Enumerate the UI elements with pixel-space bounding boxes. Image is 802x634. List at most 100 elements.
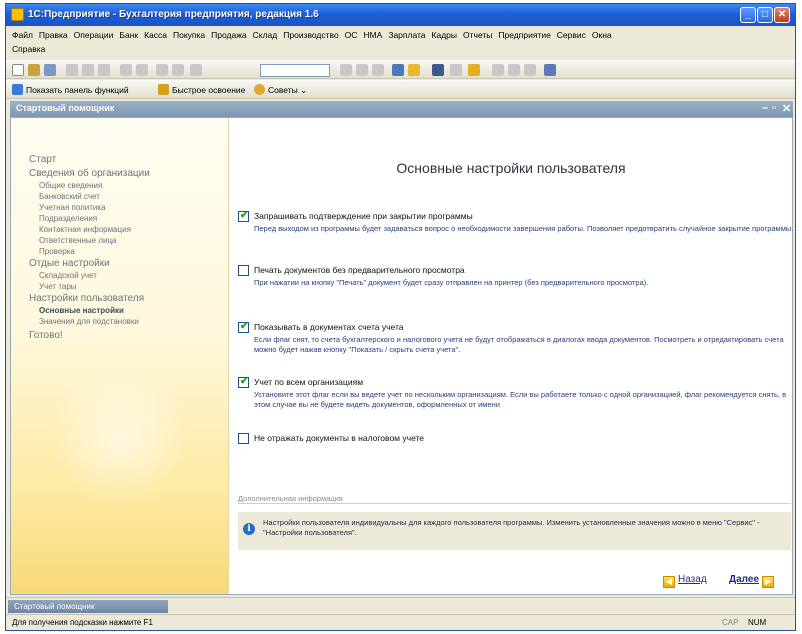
arrow-left-icon: ◀	[663, 576, 675, 588]
save-icon[interactable]	[44, 64, 56, 76]
option-label[interactable]: Показывать в документах счета учета	[254, 322, 404, 332]
calendar-icon[interactable]	[450, 64, 462, 76]
option-description: Если флаг снят, то счета бухгалтерского …	[254, 335, 784, 354]
menu-item-a13[interactable]: Отчеты	[463, 30, 492, 40]
open-icon[interactable]	[28, 64, 40, 76]
nav-item[interactable]: Проверка	[39, 247, 75, 256]
option-label[interactable]: Запрашивать подтверждение при закрытии п…	[254, 211, 473, 221]
nav-item[interactable]: Основные настройки	[39, 306, 124, 315]
info-text: Настройки пользователя индивидуальны для…	[263, 518, 760, 537]
option-label[interactable]: Не отражать документы в налоговом учете	[254, 433, 424, 443]
nav-item[interactable]: Учет тары	[39, 282, 77, 291]
start-assistant-panel: Старт Сведения об организации Общие сведен…	[10, 117, 793, 595]
functions-panel-button[interactable]: Показать панель функций	[12, 84, 129, 95]
menu-item-a2[interactable]: Операции	[74, 30, 114, 40]
functions-toolbar: Показать панель функций Быстрое освоение…	[6, 80, 795, 99]
undo-icon[interactable]	[156, 64, 168, 76]
copy-icon[interactable]	[82, 64, 94, 76]
taskbar-tab-start-assistant[interactable]: Стартовый помощник	[8, 600, 168, 613]
nav-item[interactable]: Общие сведения	[39, 181, 102, 190]
calculator-icon[interactable]	[432, 64, 444, 76]
option-checkbox[interactable]: ✔	[238, 321, 249, 333]
menu-bar: Файл Правка Операции Банк Касса Покупка Продаж…	[6, 26, 795, 60]
option-checkbox[interactable]: ✔	[238, 210, 249, 222]
preview-icon[interactable]	[136, 64, 148, 76]
menu-item-a14[interactable]: Предприятие	[498, 30, 550, 40]
menu-item-a9[interactable]: ОС	[345, 30, 358, 40]
panel-title: Стартовый помощник	[16, 103, 115, 113]
menu-item-a8[interactable]: Производство	[283, 30, 338, 40]
print-icon[interactable]	[120, 64, 132, 76]
nav-item[interactable]: Настройки пользователя	[29, 293, 144, 304]
nav-item[interactable]: Значения для подстановки	[39, 317, 139, 326]
help-icon[interactable]	[544, 64, 556, 76]
find-icon[interactable]	[190, 64, 202, 76]
nav-item[interactable]: Ответственные лица	[39, 236, 117, 245]
nav-item[interactable]: Отдые настройки	[29, 258, 110, 269]
page-title: Основные настройки пользователя	[396, 160, 626, 176]
panel-header: Стартовый помощник – ▫ ✕	[10, 101, 793, 117]
nav-item[interactable]: Готово!	[29, 330, 63, 341]
option-label[interactable]: Учет по всем организациям	[254, 377, 363, 387]
divider	[238, 503, 791, 504]
nav-item[interactable]: Старт	[29, 154, 56, 165]
standard-toolbar	[6, 60, 795, 79]
mem-minus-icon[interactable]	[508, 64, 520, 76]
option-checkbox[interactable]: ✔	[238, 376, 249, 388]
cut-icon[interactable]	[66, 64, 78, 76]
status-bar: Для получения подсказки нажмите F1 CAP N…	[6, 614, 795, 630]
minimize-button[interactable]: _	[740, 7, 756, 23]
menu-item-a5[interactable]: Покупка	[173, 30, 205, 40]
main-content: Основные настройки пользователя ✔ Запраши…	[230, 118, 793, 594]
menu-item-a12[interactable]: Кадры	[432, 30, 457, 40]
mem-plus-icon[interactable]	[492, 64, 504, 76]
nav-item[interactable]: Учетная политика	[39, 203, 106, 212]
book-icon	[158, 84, 169, 95]
menu-item-b0[interactable]: Справка	[12, 44, 45, 54]
menu-row-2: Справка	[12, 44, 51, 54]
search-input[interactable]	[260, 64, 330, 77]
check-mark-icon: ✔	[240, 321, 249, 332]
mem-clear-icon[interactable]	[524, 64, 536, 76]
nav-item[interactable]: Складской учет	[39, 271, 97, 280]
folder-icon[interactable]	[408, 64, 420, 76]
panel-minimize-button[interactable]: –	[762, 102, 768, 114]
next-button[interactable]: Далее ▶	[729, 574, 777, 588]
panel-close-button[interactable]: ✕	[782, 102, 791, 115]
search-down-icon[interactable]	[340, 64, 352, 76]
menu-item-a1[interactable]: Правка	[39, 30, 68, 40]
menu-item-a0[interactable]: Файл	[12, 30, 33, 40]
tips-button[interactable]: Советы ⌄	[254, 84, 307, 96]
close-button[interactable]: ✕	[774, 7, 790, 23]
option-label[interactable]: Печать документов без предварительного п…	[254, 265, 465, 275]
nav-item[interactable]: Банковский счет	[39, 192, 100, 201]
new-document-icon[interactable]	[12, 64, 24, 76]
quick-setup-button[interactable]: Быстрое освоение	[158, 84, 245, 95]
caps-indicator: CAP	[722, 618, 739, 627]
window-taskbar: Стартовый помощник	[6, 597, 795, 613]
nav-item[interactable]: Подразделения	[39, 214, 97, 223]
nav-item[interactable]: Контактная информация	[39, 225, 131, 234]
journal-icon[interactable]	[392, 64, 404, 76]
menu-item-a10[interactable]: НМА	[363, 30, 382, 40]
redo-icon[interactable]	[172, 64, 184, 76]
search-options-icon[interactable]	[372, 64, 384, 76]
option-checkbox[interactable]	[238, 433, 249, 444]
option-checkbox[interactable]	[238, 265, 249, 276]
menu-item-a15[interactable]: Сервис	[557, 30, 586, 40]
pencil-icon[interactable]	[468, 64, 480, 76]
nav-item[interactable]: Сведения об организации	[29, 168, 150, 179]
info-box: i Настройки пользователя индивидуальны д…	[238, 512, 791, 550]
menu-item-a4[interactable]: Касса	[144, 30, 167, 40]
menu-item-a6[interactable]: Продажа	[211, 30, 246, 40]
maximize-button[interactable]: □	[757, 7, 773, 23]
back-button[interactable]: ◀ Назад	[660, 574, 707, 588]
menu-item-a16[interactable]: Окна	[592, 30, 612, 40]
paste-icon[interactable]	[98, 64, 110, 76]
menu-item-a11[interactable]: Зарплата	[388, 30, 425, 40]
search-up-icon[interactable]	[356, 64, 368, 76]
menu-item-a7[interactable]: Склад	[253, 30, 278, 40]
menu-item-a3[interactable]: Банк	[119, 30, 138, 40]
arrow-right-icon: ▶	[762, 576, 775, 588]
panel-restore-button[interactable]: ▫	[772, 102, 776, 114]
